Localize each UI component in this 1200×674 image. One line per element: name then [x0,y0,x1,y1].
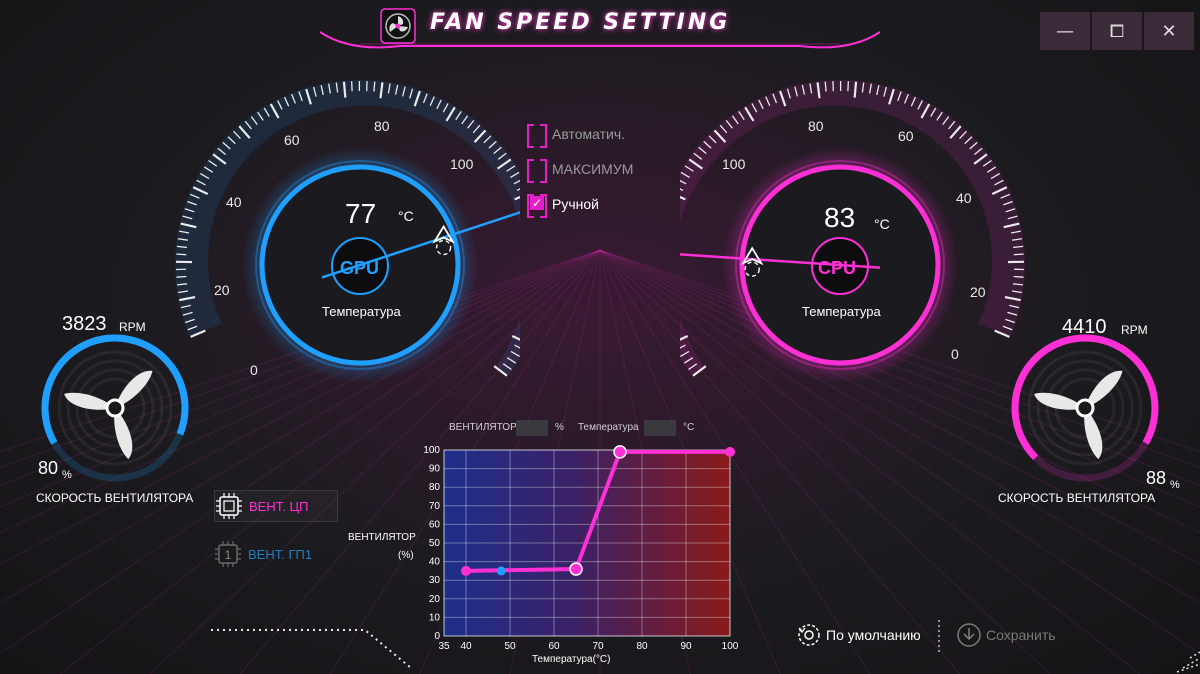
svg-text:1: 1 [225,548,232,562]
cpu-temperature-value: 83 [824,202,856,233]
gpu-chip-label: GPU [340,258,380,278]
cpu-tick-40: 40 [956,190,972,206]
mode-auto-label: Автоматич. [552,126,626,142]
mode-auto-checkbox[interactable] [527,124,547,148]
mode-max[interactable]: МАКСИМУМ [527,159,634,183]
chart-y-tick: 50 [429,538,441,549]
left-fan-percent-value: 80 [38,458,59,478]
right-fan-speed-dial [1011,334,1159,482]
cpu-chip-label: CPU [818,258,857,278]
temp-field-unit: °C [683,422,695,433]
chart-y-tick: 100 [423,445,440,456]
mode-manual-checkbox[interactable]: ✓ [527,194,547,218]
gpu-tick-80: 80 [374,118,390,134]
right-fan-percent-unit: % [1170,479,1180,491]
reset-default-icon [798,624,820,646]
mode-max-label: МАКСИМУМ [552,161,634,177]
chart-y-tick: 20 [429,594,441,605]
chart-y-tick: 90 [429,464,441,475]
gpu-temperature-value: 77 [345,198,377,229]
app-title: FAN SPEED SETTING [430,10,731,35]
chart-ylabel-line2: (%) [398,550,414,561]
gpu-one-icon: 1 [214,540,242,568]
fan-field-unit: % [555,422,564,433]
tab-cpu-fan-label: ВЕНТ. ЦП [249,498,309,514]
chart-y-tick: 40 [429,557,441,568]
tab-cpu-fan[interactable]: ВЕНТ. ЦП [214,490,338,522]
save-button-label: Сохранить [986,627,1056,643]
cpu-tick-20: 20 [970,284,986,300]
minimize-button[interactable]: — [1040,12,1090,50]
right-fan-speed-arc [1011,334,1159,461]
tab-gpu-fan-label: ВЕНТ. ГП1 [248,546,313,562]
cpu-chip-icon [215,492,243,520]
check-icon: ✓ [530,196,544,210]
cpu-tick-60: 60 [898,128,914,144]
mode-manual[interactable]: ✓ Ручной [527,194,599,218]
close-button[interactable]: ✕ [1144,12,1194,50]
mode-max-checkbox[interactable] [527,159,547,183]
chart-y-tick: 70 [429,501,441,512]
right-fan-speed-caption: СКОРОСТЬ ВЕНТИЛЯТОРА [998,491,1156,505]
gpu-tick-0: 0 [250,362,258,378]
chart-y-tick: 60 [429,519,441,530]
cpu-tick-100: 100 [722,156,746,172]
temperature-input[interactable] [644,420,676,436]
maximize-button[interactable]: ⧠ [1092,12,1142,50]
cpu-temperature-unit: °C [874,216,890,232]
chart-ylabel-line1: ВЕНТИЛЯТОР [348,532,416,543]
fan-curve-point[interactable] [725,446,735,457]
temp-field-label: Температура [578,422,639,433]
cpu-tick-0: 0 [951,346,959,362]
save-button[interactable]: Сохранить [956,622,1056,648]
mode-auto[interactable]: Автоматич. [527,124,626,148]
fan-curve-point[interactable] [569,562,583,576]
download-save-icon [957,623,981,647]
gpu-tick-100: 100 [450,156,474,172]
tab-gpu-fan[interactable]: 1 ВЕНТ. ГП1 [214,538,338,570]
cpu-tick-80: 80 [808,118,824,134]
gpu-tick-20: 20 [214,282,230,298]
gpu-temperature-unit: °C [398,208,414,224]
fan-field-label: ВЕНТИЛЯТОР [449,422,517,433]
right-fan-percent-value: 88 [1146,468,1167,488]
chart-y-tick: 80 [429,482,441,493]
left-fan-percent-unit: % [62,469,72,481]
chart-y-tick: 30 [429,575,441,586]
gpu-temperature-gauge [175,80,520,383]
default-button[interactable]: По умолчанию [796,622,921,648]
gpu-tick-60: 60 [284,132,300,148]
cpu-temperature-gauge [680,80,1025,383]
fan-percent-input[interactable] [516,420,548,436]
title-bar: FAN SPEED SETTING [320,0,880,52]
action-divider [938,620,940,652]
fan-curve-point[interactable] [613,445,627,459]
current-operating-point [496,566,506,576]
gpu-tick-40: 40 [226,194,242,210]
mode-manual-label: Ручной [552,196,599,212]
fan-logo-icon [380,8,416,44]
default-button-label: По умолчанию [826,627,921,643]
cpu-temperature-caption: Температура [802,304,881,319]
gpu-temperature-caption: Температура [322,304,401,319]
left-fan-speed-caption: СКОРОСТЬ ВЕНТИЛЯТОРА [36,491,194,505]
fan-curve-point[interactable] [461,565,471,576]
